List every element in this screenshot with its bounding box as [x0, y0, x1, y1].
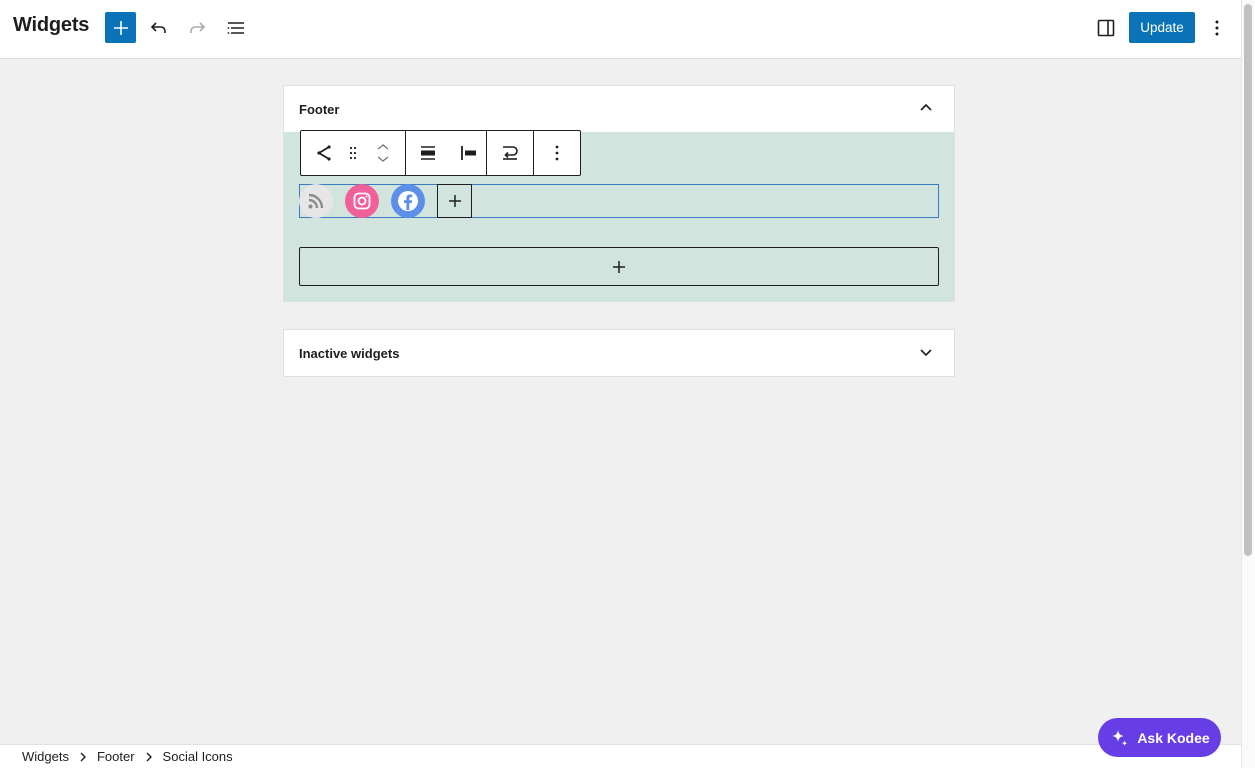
- breadcrumb-item-footer[interactable]: Footer: [97, 749, 135, 764]
- toolbar-group-alignment: [406, 131, 487, 175]
- justify-left-icon: [461, 146, 476, 160]
- list-view-button[interactable]: [219, 12, 252, 43]
- inactive-panel-title: Inactive widgets: [299, 345, 400, 361]
- redo-icon: [189, 21, 205, 33]
- instagram-icon: [353, 192, 371, 210]
- sidebar-icon: [1097, 19, 1115, 36]
- plus-icon: [113, 20, 128, 35]
- ask-kodee-label: Ask Kodee: [1137, 729, 1210, 746]
- add-social-icon-button[interactable]: [437, 184, 472, 218]
- plus-icon: [448, 195, 461, 207]
- update-button[interactable]: Update: [1129, 12, 1195, 43]
- rss-icon: [308, 193, 324, 209]
- undo-icon: [150, 21, 166, 33]
- wrap-button[interactable]: [487, 131, 533, 175]
- options-button[interactable]: [1205, 12, 1229, 43]
- facebook-icon: [398, 191, 418, 211]
- inactive-widget-area: Inactive widgets: [283, 329, 955, 377]
- footer-panel-header[interactable]: Footer: [284, 86, 954, 132]
- more-vertical-icon: [555, 145, 559, 161]
- align-button[interactable]: [406, 131, 450, 175]
- more-vertical-icon: [1215, 20, 1219, 35]
- page-title: Widgets: [13, 14, 90, 36]
- align-wide-icon: [421, 146, 435, 160]
- plus-icon: [613, 260, 625, 273]
- scrollbar-thumb[interactable]: [1244, 4, 1252, 556]
- block-breadcrumb: Widgets Footer Social Icons: [0, 744, 1241, 768]
- chevron-right-icon: [145, 752, 153, 762]
- drag-handle[interactable]: [346, 131, 360, 175]
- chevron-down-icon: [920, 349, 932, 357]
- sparkle-icon: [1112, 729, 1128, 746]
- undo-button[interactable]: [143, 12, 174, 43]
- toolbar-group-block: [301, 131, 406, 175]
- block-options-button[interactable]: [534, 131, 580, 175]
- justify-button[interactable]: [450, 131, 486, 175]
- chevron-right-icon: [79, 752, 87, 762]
- toolbar-group-more: [534, 131, 580, 175]
- chevron-up-icon: [920, 103, 932, 111]
- breadcrumb-item-widgets[interactable]: Widgets: [22, 749, 69, 764]
- toolbar-group-wrap: [487, 131, 534, 175]
- chevron-down-icon[interactable]: [376, 155, 390, 163]
- drag-handle-icon: [349, 146, 357, 160]
- social-link-rss[interactable]: [299, 184, 333, 218]
- block-toolbar: [300, 130, 581, 176]
- block-type-button[interactable]: [301, 131, 346, 175]
- breadcrumb-item-social-icons: Social Icons: [162, 749, 233, 764]
- social-link-facebook[interactable]: [391, 184, 425, 218]
- move-buttons: [360, 131, 405, 175]
- social-link-instagram[interactable]: [345, 184, 379, 218]
- footer-panel-title: Footer: [299, 101, 340, 117]
- redo-button[interactable]: [181, 12, 212, 43]
- share-icon: [316, 145, 331, 161]
- inactive-panel-header[interactable]: Inactive widgets: [284, 330, 954, 376]
- add-block-appender[interactable]: [299, 247, 939, 286]
- ask-kodee-button[interactable]: Ask Kodee: [1098, 718, 1221, 757]
- editor-header: Widgets Update: [0, 0, 1241, 59]
- add-block-button[interactable]: [105, 12, 136, 43]
- settings-sidebar-button[interactable]: [1090, 12, 1122, 43]
- chevron-up-icon[interactable]: [376, 143, 390, 151]
- list-view-icon: [227, 21, 244, 34]
- wrap-icon: [503, 146, 518, 160]
